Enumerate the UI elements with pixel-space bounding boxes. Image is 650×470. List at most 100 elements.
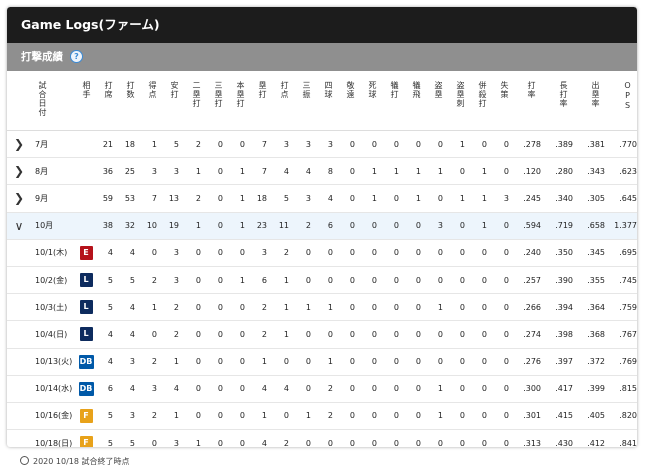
column-header[interactable]: 三振 <box>295 71 317 131</box>
chevron-right-icon[interactable]: ❯ <box>14 137 24 151</box>
stat-cell: 1 <box>229 157 251 186</box>
column-header[interactable]: 打率 <box>515 71 547 131</box>
stat-cell: 1 <box>361 184 383 213</box>
column-header[interactable]: 本塁打 <box>229 71 251 131</box>
stat-cell: 4 <box>97 320 119 349</box>
game-logs-card: Game Logs(ファーム) 打撃成績? 試合日付 相手 打席 打数 得点 安打 二塁打 三… <box>7 7 637 447</box>
stat-cell: 0 <box>339 184 361 213</box>
stat-cell: 0 <box>207 348 229 376</box>
column-header[interactable]: 死球 <box>361 71 383 131</box>
stat-cell: .397 <box>547 348 579 376</box>
stat-cell: .300 <box>515 375 547 403</box>
column-header[interactable]: 試合日付 <box>31 71 75 131</box>
stat-cell: 0 <box>449 239 471 267</box>
column-header[interactable]: 打数 <box>119 71 141 131</box>
column-header[interactable]: 打席 <box>97 71 119 131</box>
stat-cell: 0 <box>405 212 427 240</box>
column-header[interactable]: 安打 <box>163 71 185 131</box>
team-badge: DB <box>78 354 94 369</box>
stat-cell: 0 <box>493 239 515 267</box>
stat-cell: 0 <box>317 266 339 295</box>
stat-cell: 0 <box>383 348 405 376</box>
section-title: 打撃成績 <box>21 51 63 63</box>
help-icon[interactable]: ? <box>70 49 83 63</box>
stat-cell: 5 <box>97 429 119 447</box>
stat-cell: 10 <box>141 212 163 240</box>
stat-cell: 2 <box>141 266 163 295</box>
column-header[interactable]: 塁打 <box>251 71 273 131</box>
stat-cell: 0 <box>449 348 471 376</box>
month-row[interactable]: ∨ 10月 38 32 10 19 1 0 1 23 11 2 6 0 0 0 0 3 0 1 0.594.719.65… <box>7 212 637 240</box>
stat-cell: .399 <box>579 375 611 403</box>
column-header[interactable]: OPS <box>611 71 637 131</box>
column-header[interactable]: 失策 <box>493 71 515 131</box>
stat-cell: 0 <box>339 266 361 295</box>
stat-cell: 1 <box>163 348 185 376</box>
date-cell: 10/1(木) <box>31 239 75 267</box>
column-header[interactable]: 長打率 <box>547 71 579 131</box>
column-header[interactable]: 敬遠 <box>339 71 361 131</box>
column-header[interactable]: 得点 <box>141 71 163 131</box>
team-badge: L <box>79 273 93 288</box>
date-cell: 10/16(金) <box>31 402 75 431</box>
month-row[interactable]: ❯ 7月 21 18 1 5 2 0 0 7 3 3 3 0 0 0 0 0 1 0 0.278.389.381.770 <box>7 130 637 159</box>
stat-cell: 0 <box>405 239 427 267</box>
month-row[interactable]: ❯ 9月 59 53 7 13 2 0 1 18 5 3 4 0 1 0 1 0 1 1 3.245.340.305.6… <box>7 184 637 213</box>
stat-cell: 0 <box>207 266 229 295</box>
footer-text: 2020 10/18 試合終了時点 <box>33 457 130 466</box>
stat-cell: .430 <box>547 429 579 447</box>
expand-cell <box>7 239 31 267</box>
stat-cell: .364 <box>579 293 611 322</box>
stat-cell: .301 <box>515 402 547 431</box>
opponent-cell: F <box>75 402 97 431</box>
column-header[interactable]: 打点 <box>273 71 295 131</box>
stat-cell: 59 <box>97 184 119 213</box>
column-header[interactable]: 出塁率 <box>579 71 611 131</box>
stat-cell: 0 <box>427 266 449 295</box>
expand-cell[interactable]: ∨ <box>7 212 31 240</box>
stat-cell: 0 <box>405 429 427 447</box>
expand-cell[interactable]: ❯ <box>7 130 31 159</box>
opponent-cell: DB <box>75 348 97 376</box>
column-header[interactable]: 犠飛 <box>405 71 427 131</box>
column-header[interactable]: 相手 <box>75 71 97 131</box>
stat-cell: 1 <box>251 402 273 431</box>
stat-cell: 0 <box>339 130 361 159</box>
stat-cell: 0 <box>471 320 493 349</box>
column-header[interactable]: 四球 <box>317 71 339 131</box>
stat-cell: 0 <box>339 157 361 186</box>
chevron-right-icon[interactable]: ❯ <box>14 164 24 178</box>
stat-cell: 0 <box>449 266 471 295</box>
column-header[interactable]: 盗塁 <box>427 71 449 131</box>
stat-cell: 0 <box>405 266 427 295</box>
stat-cell: 0 <box>471 239 493 267</box>
chevron-down-icon[interactable]: ∨ <box>15 219 24 233</box>
column-header[interactable]: 盗塁刺 <box>449 71 471 131</box>
stat-cell: .390 <box>547 266 579 295</box>
stat-cell: 1 <box>449 130 471 159</box>
chevron-right-icon[interactable]: ❯ <box>14 191 24 205</box>
expand-cell[interactable]: ❯ <box>7 157 31 186</box>
stat-cell: 2 <box>163 320 185 349</box>
stat-cell: 1 <box>229 212 251 240</box>
stat-cell: 0 <box>471 293 493 322</box>
stat-cell: 0 <box>449 157 471 186</box>
stat-cell: 0 <box>361 212 383 240</box>
stat-cell: 0 <box>339 320 361 349</box>
stat-cell: 0 <box>229 375 251 403</box>
column-header-label: 試合日付 <box>38 81 47 117</box>
stat-cell: 21 <box>97 130 119 159</box>
expand-cell[interactable]: ❯ <box>7 184 31 213</box>
column-header[interactable]: 併殺打 <box>471 71 493 131</box>
stat-cell: 0 <box>383 184 405 213</box>
stat-cell: 8 <box>317 157 339 186</box>
stat-cell: 1 <box>141 130 163 159</box>
column-header[interactable]: 犠打 <box>383 71 405 131</box>
stat-cell: 1 <box>251 348 273 376</box>
month-row[interactable]: ❯ 8月 36 25 3 3 1 0 1 7 4 4 8 0 1 1 1 1 0 1 0.120.280.343.623 <box>7 157 637 186</box>
column-header[interactable]: 三塁打 <box>207 71 229 131</box>
date-cell: 10月 <box>31 212 75 240</box>
column-header[interactable]: 二塁打 <box>185 71 207 131</box>
stat-cell: .274 <box>515 320 547 349</box>
opponent-cell: E <box>75 239 97 267</box>
